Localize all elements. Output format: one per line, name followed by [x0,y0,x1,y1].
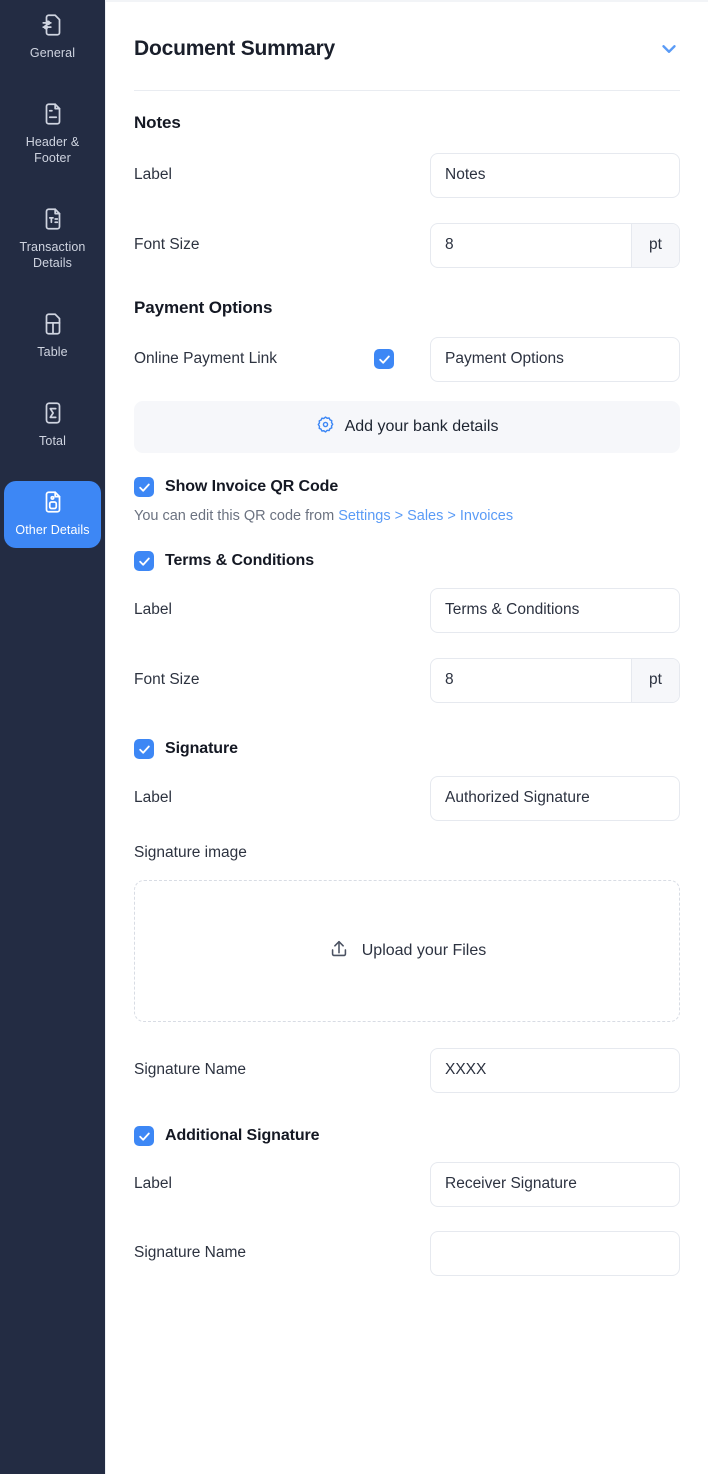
add-bank-details-button[interactable]: Add your bank details [134,401,680,453]
panel-header: Document Summary [134,2,680,90]
row-label: Online Payment Link [134,350,278,367]
terms-font-size-input[interactable]: 8 pt [430,657,680,703]
notes-font-size-input[interactable]: 8 pt [430,222,680,268]
additional-signature-row: Additional Signature [134,1126,680,1146]
signature-label: Signature [165,740,238,757]
input-value: Authorized Signature [445,789,590,806]
unit-suffix: pt [631,658,679,702]
input-value [431,1232,679,1275]
additional-signature-label-input[interactable]: Receiver Signature [430,1161,680,1207]
document-text-icon [40,206,66,232]
row-label: Signature Name [134,1061,247,1078]
input-value: Terms & Conditions [445,601,580,618]
settings-screen: General Header & Footer Transaction Deta… [0,0,708,1474]
sidebar-item-label: Transaction Details [19,240,86,270]
sidebar-item-general[interactable]: General [4,4,101,71]
sidebar-item-header-footer[interactable]: Header & Footer [4,93,101,176]
sidebar-item-transaction-details[interactable]: Transaction Details [4,198,101,281]
additional-signature-checkbox[interactable] [134,1126,154,1146]
show-invoice-qr-label: Show Invoice QR Code [165,478,339,495]
notes-label-input[interactable]: Notes [430,152,680,198]
sidebar-item-label: Table [37,345,68,359]
online-payment-label-input[interactable]: Payment Options [430,336,680,382]
additional-signature-label-row: Label Receiver Signature [134,1158,680,1210]
document-sigma-icon [40,400,66,426]
payment-section-title: Payment Options [134,298,273,317]
notes-section-title: Notes [134,113,181,132]
online-payment-link-checkbox[interactable] [374,349,394,369]
document-circle-icon [40,489,66,515]
sidebar-item-label: General [29,46,76,60]
unit-suffix: pt [631,223,679,267]
signature-checkbox[interactable] [134,739,154,759]
additional-signature-name-input[interactable] [430,1230,680,1276]
sidebar-item-total[interactable]: Total [4,392,101,459]
signature-row: Signature [134,739,680,759]
signature-label-input[interactable]: Authorized Signature [430,775,680,821]
sidebar-item-table[interactable]: Table [4,303,101,370]
terms-conditions-row: Terms & Conditions [134,551,680,571]
input-value: Notes [445,166,486,183]
row-label: Label [134,1175,172,1192]
input-value: Receiver Signature [445,1175,577,1192]
signature-name-row: Signature Name XXXX [134,1044,680,1096]
notes-font-size-row: Font Size 8 pt [134,219,680,271]
document-lines-icon [40,101,66,127]
row-label: Label [134,601,172,618]
online-payment-link-row: Online Payment Link Payment Options [134,333,680,385]
additional-signature-label: Additional Signature [165,1127,320,1144]
add-bank-details-label: Add your bank details [344,418,499,435]
terms-font-size-row: Font Size 8 pt [134,654,680,706]
row-label: Font Size [134,671,200,688]
row-label: Font Size [134,236,200,253]
sidebar-item-other-details[interactable]: Other Details [4,481,101,548]
input-value: XXXX [445,1061,487,1078]
upload-icon [328,938,350,965]
input-value: 8 [445,236,454,253]
sidebar-item-label: Other Details [15,523,90,537]
terms-label-input[interactable]: Terms & Conditions [430,587,680,633]
row-label: Label [134,166,172,183]
notes-label-row: Label Notes [134,149,680,201]
row-label: Label [134,789,172,806]
signature-label-row: Label Authorized Signature [134,772,680,824]
additional-signature-name-row: Signature Name [134,1227,680,1279]
qr-hint: You can edit this QR code from Settings … [134,501,564,531]
document-sliders-icon [40,12,66,38]
sidebar-item-label: Total [39,434,66,448]
input-value: 8 [445,671,454,688]
sidebar-item-label: Header & Footer [25,135,80,165]
signature-upload-dropzone[interactable]: Upload your Files [134,880,680,1022]
row-label: Signature Name [134,1244,247,1261]
other-details-panel: Document Summary Notes Label Notes Font … [105,0,708,1474]
terms-label-row: Label Terms & Conditions [134,584,680,636]
qr-settings-link[interactable]: Settings > Sales > Invoices [338,508,513,524]
show-invoice-qr-checkbox[interactable] [134,477,154,497]
sidebar: General Header & Footer Transaction Deta… [0,0,105,1474]
signature-name-input[interactable]: XXXX [430,1047,680,1093]
signature-image-label: Signature image [134,844,247,861]
show-invoice-qr-row: Show Invoice QR Code [134,477,680,497]
qr-hint-prefix: You can edit this QR code from [134,508,339,524]
chevron-down-icon[interactable] [658,38,680,60]
terms-conditions-label: Terms & Conditions [165,552,315,569]
document-table-icon [40,311,66,337]
terms-conditions-checkbox[interactable] [134,551,154,571]
gear-icon [316,415,335,439]
upload-label: Upload your Files [361,942,487,959]
page-title: Document Summary [134,37,336,60]
input-value: Payment Options [445,350,564,367]
